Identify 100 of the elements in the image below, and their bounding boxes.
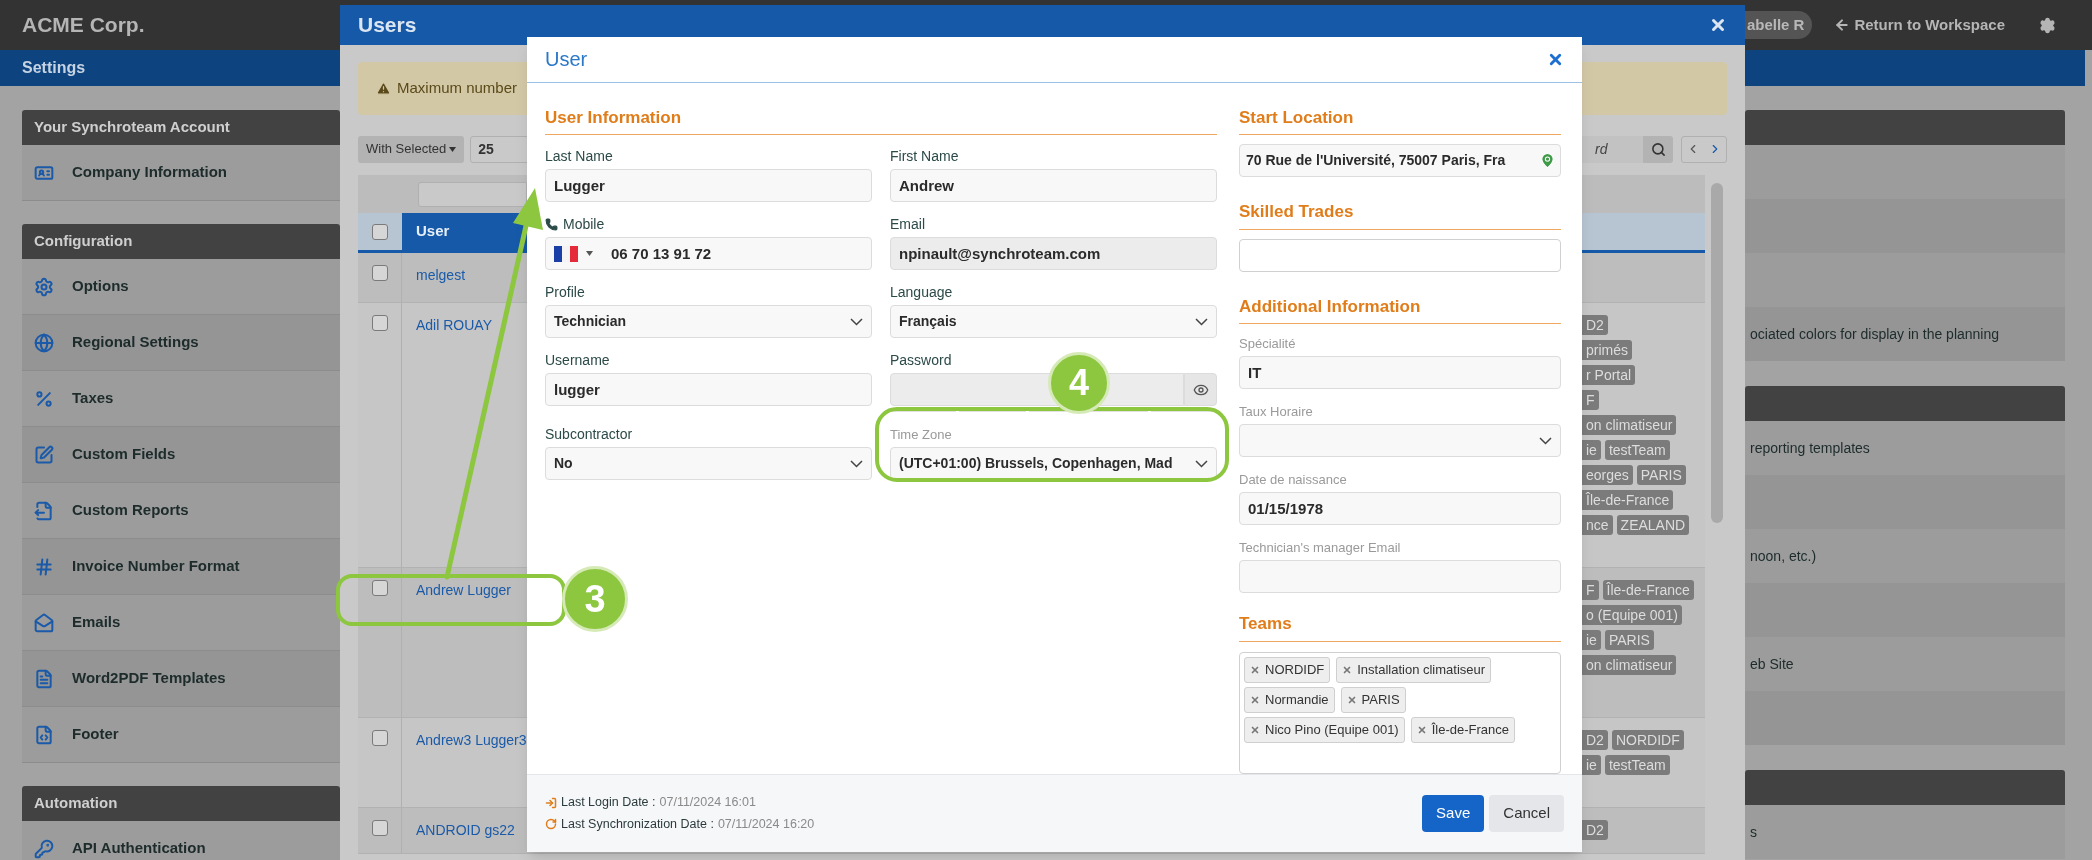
map-pin-icon	[1539, 152, 1556, 170]
show-password-button[interactable]	[1184, 373, 1217, 407]
search-button[interactable]	[1643, 135, 1673, 163]
last-login-label: Last Login Date :	[561, 794, 656, 812]
text-field[interactable]: lugger	[545, 373, 872, 407]
text-field[interactable]: Andrew	[890, 169, 1217, 203]
team-tag: eorges	[1582, 465, 1633, 485]
sidebar-item[interactable]: API Authentication	[22, 821, 340, 860]
field-label: First Name	[890, 146, 959, 166]
select-field[interactable]	[1239, 424, 1561, 458]
sidebar-group-header: Automation	[22, 786, 340, 821]
sidebar-item[interactable]: Company Information	[22, 145, 340, 201]
select-field[interactable]: (UTC+01:00) Brussels, Copenhagen, Mad	[890, 447, 1217, 481]
user-link[interactable]: Andrew Lugger	[416, 582, 511, 598]
team-tag: D2	[1582, 730, 1608, 750]
sidebar-item[interactable]: Options	[22, 259, 340, 315]
brand-name: ACME Corp.	[22, 12, 145, 39]
text-field[interactable]: IT	[1239, 356, 1561, 390]
team-tag: o (Equipe 001)	[1582, 605, 1682, 625]
column-header[interactable]: User	[402, 213, 527, 250]
team-tag: F	[1582, 580, 1599, 600]
field-label: Username	[545, 350, 610, 370]
remove-icon[interactable]	[1250, 664, 1260, 675]
save-button[interactable]: Save	[1422, 794, 1485, 832]
chevron-down-icon	[850, 317, 863, 326]
sidebar-item[interactable]: Word2PDF Templates	[22, 651, 340, 707]
team-tag: NORDIDF	[1244, 656, 1331, 683]
team-tag: PARIS	[1636, 465, 1686, 485]
sidebar-item-icon	[34, 388, 54, 409]
team-tag: ZEALAND	[1616, 515, 1690, 535]
user-link[interactable]: Adil ROUAY	[416, 317, 492, 333]
field-label: Time Zone	[890, 425, 952, 444]
chevron-down-icon	[1195, 459, 1208, 468]
sidebar-item[interactable]: Regional Settings	[22, 315, 340, 371]
skilled-trades-field[interactable]	[1239, 238, 1561, 272]
phone-field[interactable]: 06 70 13 91 72	[545, 237, 872, 271]
address-field[interactable]: 70 Rue de l'Université, 75007 Paris, Fra	[1239, 144, 1561, 178]
sidebar-item-icon	[34, 444, 54, 465]
remove-icon[interactable]	[1250, 724, 1260, 735]
cancel-button[interactable]: Cancel	[1489, 794, 1564, 832]
field-label: Technician's manager Email	[1239, 538, 1401, 557]
sidebar-item[interactable]: Invoice Number Format	[22, 539, 340, 595]
user-link[interactable]: ANDROID gs22	[416, 822, 515, 838]
checkbox[interactable]	[371, 820, 388, 836]
remove-icon[interactable]	[1346, 694, 1357, 705]
email-field[interactable]: npinault@synchroteam.com	[890, 237, 1217, 271]
text-field[interactable]: Lugger	[545, 169, 872, 203]
sidebar-item-icon	[34, 838, 54, 859]
sidebar-item-icon	[34, 500, 54, 521]
checkbox[interactable]	[371, 265, 388, 281]
filter-field[interactable]	[418, 181, 527, 207]
field-label: Password	[890, 350, 952, 370]
user-pill[interactable]: abelle R	[1744, 10, 1813, 40]
team-tag: D2	[1582, 315, 1608, 335]
sidebar-item-icon	[34, 556, 54, 577]
last-sync-value: 07/11/2024 16:20	[717, 815, 815, 833]
field-label: Subcontractor	[545, 424, 633, 444]
search-field[interactable]: rd	[1581, 135, 1643, 163]
sidebar-item[interactable]: Footer	[22, 707, 340, 763]
team-tag: on climatiseur	[1582, 415, 1677, 435]
text-field[interactable]: 01/15/1978	[1239, 492, 1561, 526]
settings-icon[interactable]	[2039, 16, 2056, 34]
field-label: Date de naissance	[1239, 470, 1347, 489]
bulk-action-button[interactable]: With Selected	[358, 135, 465, 163]
section-heading: Teams	[1239, 611, 1561, 642]
field-label: Taux Horaire	[1239, 402, 1313, 421]
sidebar-item[interactable]: Emails	[22, 595, 340, 651]
select-field[interactable]: No	[545, 447, 872, 481]
checkbox[interactable]	[371, 580, 388, 596]
sidebar-item[interactable]: Taxes	[22, 371, 340, 427]
field-label: Language	[890, 282, 953, 302]
warning-icon	[376, 81, 391, 96]
sidebar-item[interactable]: Custom Reports	[22, 483, 340, 539]
team-tag: F	[1582, 390, 1599, 410]
last-login-value: 07/11/2024 16:01	[659, 794, 756, 812]
select-field[interactable]: Technician	[545, 305, 872, 339]
panel-row-text: eb Site	[1750, 654, 1794, 674]
teams-field[interactable]: NORDIDF Installation climatiseur Normandie PARIS Nico Pino (Equipe 001) Île-de-France	[1239, 651, 1561, 774]
section-title: Settings	[22, 58, 86, 78]
team-tag: ie	[1582, 630, 1601, 650]
close-icon[interactable]	[1709, 16, 1727, 34]
caret-icon	[449, 146, 457, 152]
select-field[interactable]: Français	[890, 305, 1217, 339]
remove-icon[interactable]	[1416, 724, 1427, 735]
flag-icon	[554, 245, 578, 262]
checkbox[interactable]	[371, 315, 388, 331]
checkbox[interactable]	[371, 730, 388, 746]
team-tag: PARIS	[1340, 686, 1406, 713]
checkbox[interactable]	[372, 223, 388, 240]
team-tag: NORDIDF	[1611, 730, 1684, 750]
drawer-title: Users	[358, 12, 417, 39]
text-field[interactable]	[1239, 560, 1561, 594]
scrollbar[interactable]	[1711, 183, 1723, 523]
user-link[interactable]: Andrew3 Lugger3	[416, 732, 527, 748]
user-link[interactable]: melgest	[416, 267, 466, 283]
return-link[interactable]: Return to Workspace	[1834, 13, 2005, 37]
sidebar-item[interactable]: Custom Fields	[22, 427, 340, 483]
remove-icon[interactable]	[1250, 694, 1260, 705]
remove-icon[interactable]	[1342, 664, 1353, 675]
sidebar-item-icon	[34, 332, 54, 353]
